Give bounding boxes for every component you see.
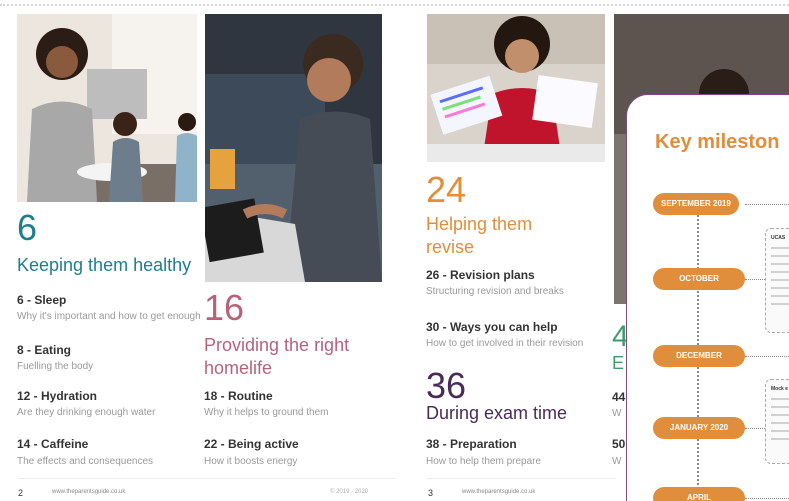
toc-item-revision-plans-desc: Structuring revision and breaks [426,286,564,297]
toc-item-ways-to-help[interactable]: 30 - Ways you can help [426,320,558,334]
footer-url-left[interactable]: www.theparentsguide.co.uk [52,489,125,495]
photo-teen-laptop [205,14,382,282]
section-title-keeping-healthy: Keeping them healthy [17,255,192,275]
section-title-homelife-line2: homelife [204,358,273,378]
section-title-revise-line1: Helping them [426,214,533,234]
toc-item-routine-desc: Why it helps to ground them [204,407,329,418]
toc-item-being-active-desc: How it boosts energy [204,456,298,467]
section-title-homelife-line1: Providing the right [204,335,350,355]
toc-item-ways-to-help-desc: How to get involved in their revision [426,338,584,349]
milestone-pill-december[interactable]: DECEMBER [653,345,745,367]
milestone-pill-september-2019[interactable]: SEPTEMBER 2019 [653,193,739,215]
toc-item-eating[interactable]: 8 - Eating [17,343,71,357]
milestone-connector-3 [745,356,789,357]
note-text-line [771,247,789,249]
toc-item-50-desc: W [612,456,622,467]
note-text-line [771,263,789,265]
note-text-line [771,295,789,297]
note-text-line [771,287,789,289]
toc-item-eating-desc: Fuelling the body [17,361,94,372]
note-text-line [771,422,789,424]
note-text-line [771,303,789,305]
note-text-line [771,255,789,257]
top-dotted-border [0,4,789,6]
key-milestones-card: Key mileston SEPTEMBER 2019 OCTOBER UCAS… [626,94,789,501]
footer-copyright: © 2019 - 2020 [330,489,369,495]
toc-item-revision-plans[interactable]: 26 - Revision plans [426,268,535,282]
toc-item-caffeine-desc: The effects and consequences [17,456,154,467]
milestone-pill-october[interactable]: OCTOBER [653,268,745,290]
toc-item-caffeine[interactable]: 14 - Caffeine [17,437,88,451]
note-text-line [771,271,789,273]
note-ucas-heading: UCAS [771,235,786,241]
footer-url-right[interactable]: www.theparentsguide.co.uk [462,489,535,495]
section-number-6: 6 [17,207,38,248]
milestone-connector-1 [745,204,789,205]
section-number-36: 36 [426,365,467,406]
milestone-note-ucas: UCAS [765,228,789,333]
photo-girl-flashcards [427,14,605,162]
note-text-line [771,279,789,281]
footer-divider-right [426,478,616,479]
section-title-revise-line2: revise [426,237,475,257]
footer-page-number-right: 3 [428,488,434,498]
milestone-note-mock-exams: Mock e [765,379,789,464]
section-title-exam-time: During exam time [426,403,568,423]
note-mock-heading: Mock e [771,386,788,392]
toc-item-sleep-desc: Why it's important and how to get enough [17,311,201,322]
note-text-line [771,430,789,432]
footer-divider-left [17,478,397,479]
toc-item-routine[interactable]: 18 - Routine [204,389,273,403]
toc-item-44-desc: W [612,408,622,419]
section-number-16: 16 [204,287,245,328]
toc-item-hydration-desc: Are they drinking enough water [17,407,156,418]
milestones-title: Key mileston [655,131,780,153]
note-text-line [771,406,789,408]
milestone-connector-4 [745,428,765,429]
toc-item-44[interactable]: 44 [612,390,625,404]
note-text-line [771,398,789,400]
milestone-connector-2 [745,279,765,280]
section-number-24: 24 [426,169,467,210]
toc-item-preparation-desc: How to help them prepare [426,456,542,467]
footer-page-number-left: 2 [18,488,24,498]
toc-item-50[interactable]: 50 [612,437,625,451]
toc-item-being-active[interactable]: 22 - Being active [204,437,299,451]
toc-item-hydration[interactable]: 12 - Hydration [17,389,97,403]
photo-family-kitchen [17,14,197,202]
toc-item-sleep[interactable]: 6 - Sleep [17,293,66,307]
milestone-connector-5 [745,498,789,499]
section-title-partial: E [612,353,625,373]
note-text-line [771,414,789,416]
note-text-line [771,438,789,440]
milestone-pill-april[interactable]: APRIL [653,487,745,501]
milestone-pill-january-2020[interactable]: JANUARY 2020 [653,417,745,439]
toc-item-preparation[interactable]: 38 - Preparation [426,437,517,451]
